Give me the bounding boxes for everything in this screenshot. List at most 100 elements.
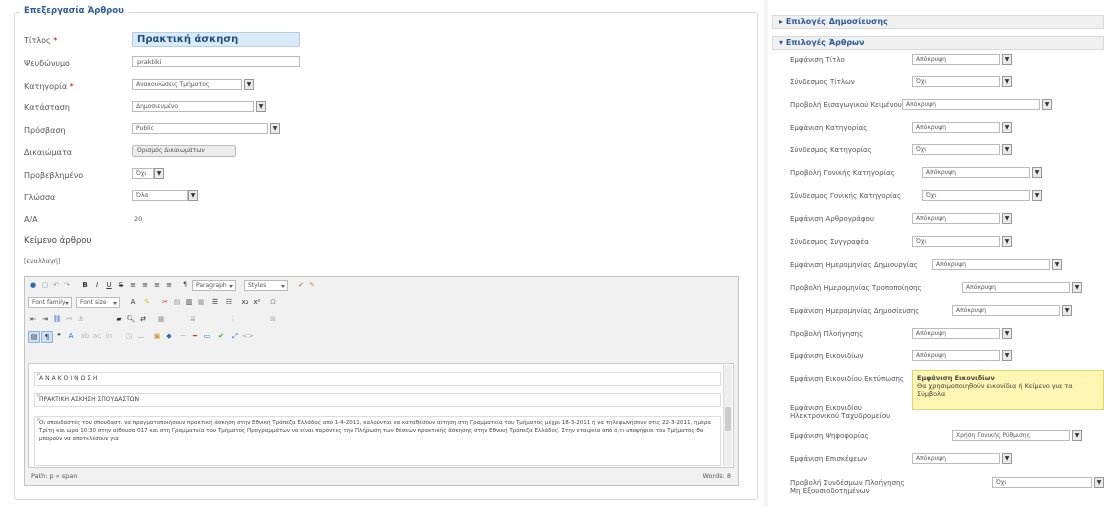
hr-icon[interactable]: ━ bbox=[190, 331, 200, 341]
option-select[interactable]: Όχι ▼ bbox=[912, 144, 1012, 155]
option-select[interactable]: Απόκρυψη ▼ bbox=[912, 350, 1012, 361]
font-size-select[interactable]: Font size bbox=[76, 297, 120, 308]
abbr-icon[interactable]: ab bbox=[80, 331, 90, 341]
subscript-icon[interactable]: x₂ bbox=[240, 297, 250, 307]
option-select[interactable]: Όχι ▼ bbox=[912, 236, 1012, 247]
link-icon[interactable]: ⛓ bbox=[52, 314, 62, 324]
text-color-icon[interactable]: A bbox=[128, 297, 138, 307]
redo-icon[interactable]: ↷ bbox=[62, 280, 72, 290]
paste-text-icon[interactable]: ▦ bbox=[196, 297, 206, 307]
paragraph-tag-marker: p bbox=[37, 372, 42, 377]
anchor-icon[interactable]: ⚓ bbox=[76, 314, 86, 324]
category-select[interactable]: Ανακοινώσεις Τμήματος ▼ bbox=[132, 79, 254, 90]
outdent-icon[interactable]: ⇤ bbox=[28, 314, 38, 324]
joomla-icon[interactable]: ● bbox=[28, 280, 38, 290]
row-icon[interactable]: ≣ bbox=[188, 314, 198, 324]
fullscreen-icon[interactable]: ⤢ bbox=[230, 331, 240, 341]
unlink-icon[interactable]: ⚯ bbox=[64, 314, 74, 324]
separator-icon[interactable]: ─ bbox=[178, 331, 188, 341]
visual-aid-icon[interactable]: ▤ bbox=[28, 331, 40, 343]
option-label: Σύνδεσμος Κατηγορίας bbox=[790, 146, 872, 154]
title-input[interactable]: Πρακτική άσκηση bbox=[132, 32, 300, 47]
option-select[interactable]: Απόκρυψη ▼ bbox=[912, 453, 1012, 464]
styles-icon[interactable]: A bbox=[66, 331, 76, 341]
code-icon[interactable]: <> bbox=[242, 331, 254, 341]
option-label: Προβολή Γονικής Κατηγορίας bbox=[790, 169, 895, 177]
article-options-header[interactable]: ▾ Επιλογές Άρθρων bbox=[772, 36, 1104, 50]
option-select[interactable]: Απόκρυψη ▼ bbox=[962, 282, 1082, 293]
bold-icon[interactable]: B bbox=[80, 280, 90, 290]
editor-scrollbar[interactable] bbox=[723, 365, 732, 466]
numbered-list-icon[interactable]: ☷ bbox=[224, 297, 234, 307]
column-icon[interactable]: ⋮ bbox=[228, 314, 238, 324]
option-select[interactable]: Όχι ▼ bbox=[912, 76, 1012, 87]
blockquote-icon[interactable]: ❝ bbox=[54, 331, 64, 341]
option-select[interactable]: Απόκρυψη ▼ bbox=[932, 259, 1062, 270]
find-icon[interactable]: 🔍︎ bbox=[126, 314, 136, 324]
symbol-icon[interactable]: Ω bbox=[268, 297, 278, 307]
italic-icon[interactable]: I bbox=[92, 280, 102, 290]
option-select[interactable]: Απόκρυψη ▼ bbox=[952, 305, 1072, 316]
option-select[interactable]: Απόκρυψη ▼ bbox=[912, 122, 1012, 133]
state-select[interactable]: Δημοσιευμένο ▼ bbox=[132, 101, 266, 112]
table-icon[interactable]: ▦ bbox=[156, 314, 166, 324]
ins-icon[interactable]: in bbox=[104, 331, 114, 341]
set-permissions-button[interactable]: Ορισμός Δικαιωμάτων bbox=[132, 145, 236, 157]
featured-select[interactable]: Όχι ▼ bbox=[132, 168, 164, 179]
superscript-icon[interactable]: x² bbox=[252, 297, 262, 307]
align-justify-icon[interactable]: ≡ bbox=[164, 280, 174, 290]
new-document-icon[interactable]: ▢ bbox=[40, 280, 50, 290]
align-left-icon[interactable]: ≡ bbox=[128, 280, 138, 290]
language-select[interactable]: Όλα ▼ bbox=[132, 190, 198, 201]
image-icon[interactable]: ▰ bbox=[114, 314, 124, 324]
option-select[interactable]: Χρήση Γονικής Ρύθμισης ▼ bbox=[952, 430, 1082, 441]
option-select-value: Όχι bbox=[912, 76, 1000, 87]
alias-input[interactable]: praktiki bbox=[132, 56, 300, 67]
option-select-value: Απόκρυψη bbox=[912, 54, 1000, 65]
option-select[interactable]: Απόκρυψη ▼ bbox=[902, 99, 1052, 110]
clean-icon[interactable]: ✓ bbox=[296, 280, 306, 290]
option-select[interactable]: Απόκρυψη ▼ bbox=[912, 54, 1012, 65]
attributes-icon[interactable]: ◳ bbox=[124, 331, 134, 341]
bullet-list-icon[interactable]: ☰ bbox=[210, 297, 220, 307]
media-icon[interactable]: ▣ bbox=[152, 331, 162, 341]
option-select[interactable]: Απόκρυψη ▼ bbox=[922, 167, 1042, 178]
chevron-down-icon: ▼ bbox=[154, 168, 164, 179]
option-select[interactable]: Απόκρυψη ▼ bbox=[912, 213, 1012, 224]
format-block-icon[interactable]: ¶ bbox=[180, 280, 190, 290]
state-label: Κατάσταση bbox=[24, 103, 70, 112]
align-right-icon[interactable]: ≡ bbox=[152, 280, 162, 290]
option-select[interactable]: Όχι ▼ bbox=[992, 477, 1104, 488]
underline-icon[interactable]: U bbox=[104, 280, 114, 290]
acronym-icon[interactable]: ac bbox=[92, 331, 102, 341]
styles-select[interactable]: Styles bbox=[244, 280, 288, 291]
access-select[interactable]: Public ▼ bbox=[132, 123, 280, 134]
paste-icon[interactable]: ▥ bbox=[184, 297, 194, 307]
format-select[interactable]: Paragraph bbox=[192, 280, 236, 291]
publishing-options-header[interactable]: ▸ Επιλογές Δημοσίευσης bbox=[772, 15, 1104, 29]
cut-icon[interactable]: ✂ bbox=[160, 297, 170, 307]
template-icon[interactable]: ◆ bbox=[164, 331, 174, 341]
strikethrough-icon[interactable]: S bbox=[116, 280, 126, 290]
replace-icon[interactable]: ⇄ bbox=[138, 314, 148, 324]
align-center-icon[interactable]: ≡ bbox=[140, 280, 150, 290]
scrollbar-thumb[interactable] bbox=[725, 407, 731, 431]
highlight-icon[interactable]: ✎ bbox=[142, 297, 152, 307]
undo-icon[interactable]: ↶ bbox=[51, 280, 61, 290]
preview-icon[interactable]: ▭ bbox=[202, 331, 212, 341]
option-select[interactable]: Όχι ▼ bbox=[922, 190, 1042, 201]
toggle-editor-link[interactable]: [εναλλαγή] bbox=[24, 257, 60, 265]
option-select[interactable]: Απόκρυψη ▼ bbox=[912, 328, 1012, 339]
editor-content-area[interactable]: p ΑΝΑΚΟΙΝΩΣΗ p ΠΡΑΚΤΙΚΗ ΑΣΚΗΣΗ ΣΠΟΥΔΑΣΤΩ… bbox=[28, 363, 734, 468]
paragraph-heading: p ΠΡΑΚΤΙΚΗ ΑΣΚΗΣΗ ΣΠΟΥΔΑΣΤΩΝ bbox=[34, 393, 721, 407]
font-family-select[interactable]: Font family bbox=[28, 297, 72, 308]
indent-icon[interactable]: ⇥ bbox=[40, 314, 50, 324]
merge-icon[interactable]: ⊞ bbox=[268, 314, 278, 324]
option-select-value: Όχι bbox=[992, 477, 1092, 488]
option-label: Εμφάνιση Κατηγορίας bbox=[790, 124, 868, 132]
nonbreaking-icon[interactable]: ⌴ bbox=[136, 331, 146, 341]
spell-icon[interactable]: ✔ bbox=[216, 331, 226, 341]
copy-icon[interactable]: ▤ bbox=[172, 297, 182, 307]
pilcrow-icon[interactable]: ¶ bbox=[41, 331, 53, 343]
paint-icon[interactable]: ✎ bbox=[307, 280, 317, 290]
